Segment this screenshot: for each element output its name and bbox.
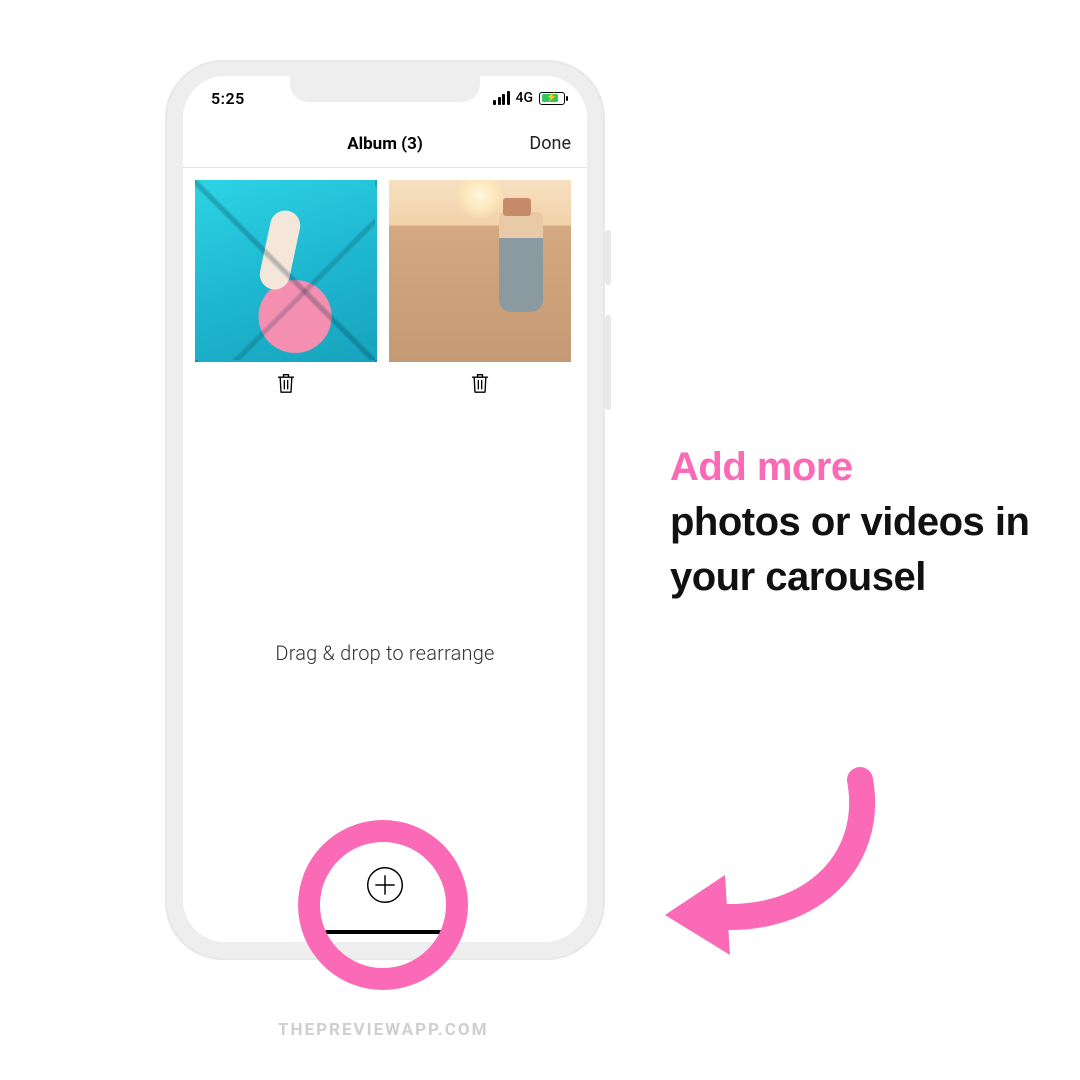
phone-side-button: [605, 230, 611, 285]
network-label: 4G: [516, 90, 534, 106]
battery-icon: ⚡: [539, 92, 565, 105]
signal-icon: [493, 91, 510, 105]
trash-icon: [276, 372, 296, 394]
photo-grid: [183, 168, 587, 394]
done-button[interactable]: Done: [529, 133, 571, 154]
status-time: 5:25: [211, 89, 245, 108]
delete-button[interactable]: [195, 362, 377, 394]
home-indicator: [325, 930, 445, 934]
add-button[interactable]: [364, 864, 406, 906]
photo-thumbnail[interactable]: [389, 180, 571, 362]
photo-item[interactable]: [195, 180, 377, 394]
arrow-icon: [650, 760, 900, 960]
callout-highlight: Add more: [670, 445, 853, 489]
phone-frame: 5:25 4G ⚡ Album (3) Done: [165, 60, 605, 960]
plus-circle-icon: [365, 865, 405, 905]
nav-bar: Album (3) Done: [183, 120, 587, 168]
callout-text: Add more photos or videos in your carous…: [670, 440, 1040, 606]
phone-notch: [290, 76, 480, 102]
page-title: Album (3): [347, 134, 423, 154]
delete-button[interactable]: [389, 362, 571, 394]
trash-icon: [470, 372, 490, 394]
callout-body: photos or videos in your carousel: [670, 500, 1029, 599]
photo-thumbnail[interactable]: [195, 180, 377, 362]
watermark: THEPREVIEWAPP.COM: [278, 1020, 489, 1040]
drag-drop-hint: Drag & drop to rearrange: [183, 641, 587, 665]
photo-item[interactable]: [389, 180, 571, 394]
phone-screen: 5:25 4G ⚡ Album (3) Done: [183, 76, 587, 942]
phone-side-button: [605, 315, 611, 410]
